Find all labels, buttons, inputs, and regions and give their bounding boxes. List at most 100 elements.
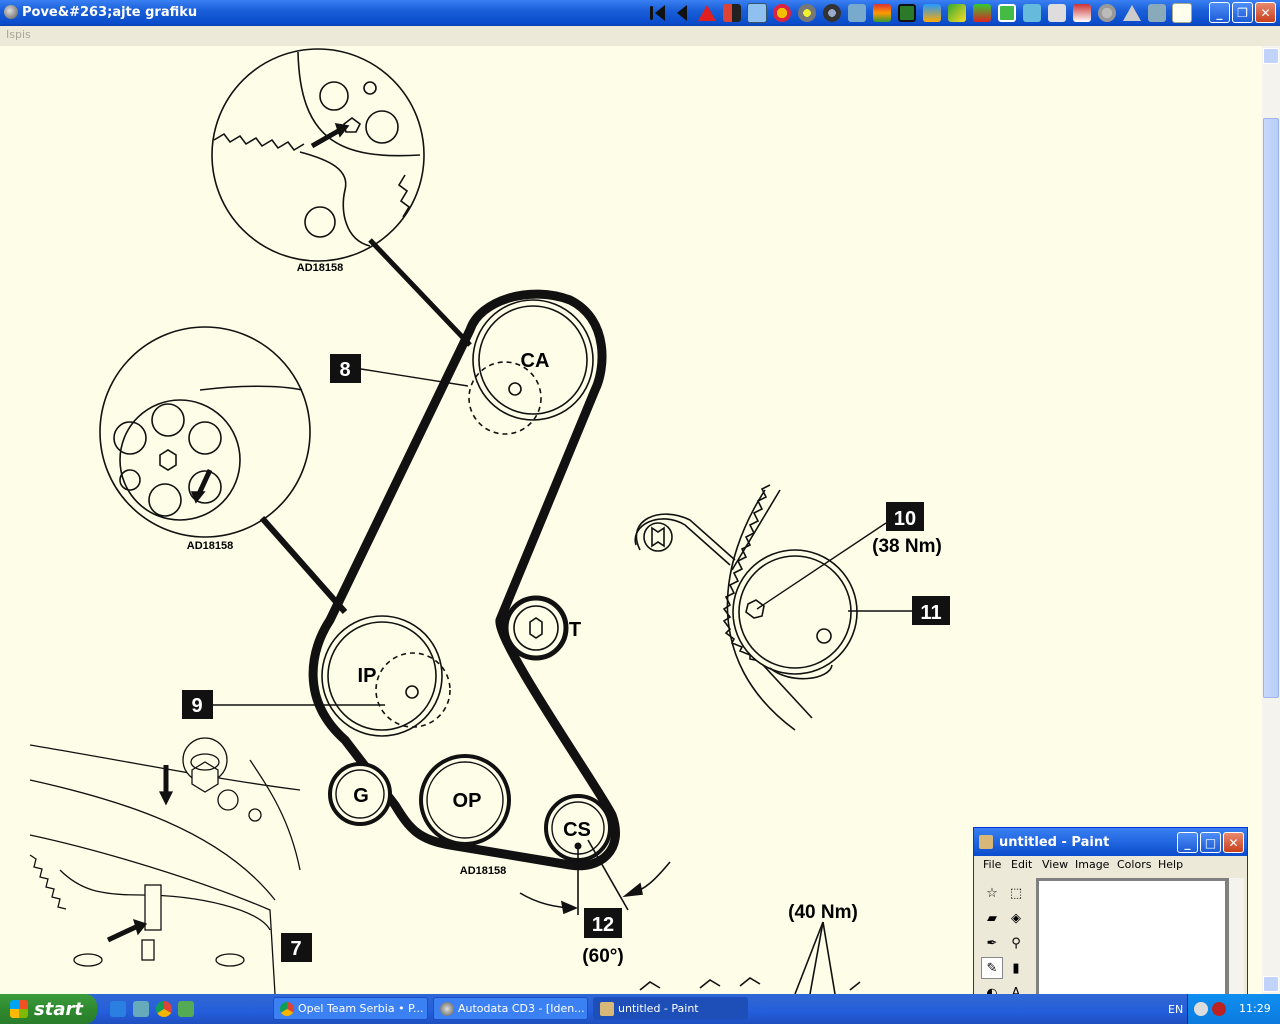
scroll-thumb[interactable]: [1263, 118, 1279, 698]
paint-maximize-button[interactable]: □: [1200, 832, 1221, 853]
engine-block-detail: [29, 737, 301, 994]
info-icon[interactable]: [1170, 1, 1194, 25]
angle-label: (60°): [582, 946, 623, 967]
leader-line: [259, 516, 348, 614]
tensioner-pulley: [503, 595, 569, 661]
paint-menu-image[interactable]: Image: [1075, 858, 1109, 871]
brush-icon[interactable]: ▮: [1005, 957, 1027, 979]
paint-titlebar: untitled - Paint _ □ ✕: [974, 828, 1247, 856]
pulley-label-cs: CS: [563, 819, 591, 841]
tool-icon[interactable]: [945, 1, 969, 25]
paint-menu-view[interactable]: View: [1042, 858, 1068, 871]
start-button[interactable]: start: [0, 994, 97, 1024]
service-icon[interactable]: [1145, 1, 1169, 25]
taskbar: start Opel Team Serbia • P... Autodata C…: [0, 994, 1280, 1024]
graphics-toolbar: [645, 1, 1194, 25]
paint-menu-edit[interactable]: Edit: [1011, 858, 1032, 871]
clock[interactable]: 11:29: [1239, 1002, 1271, 1015]
pulley-label-op: OP: [453, 790, 482, 812]
window-titlebar: Pove&#263;ajte grafiku _ ❐ ✕: [0, 0, 1280, 26]
callout-9: 9: [191, 695, 202, 717]
paint-canvas[interactable]: [1039, 881, 1225, 995]
free-select-icon[interactable]: ☆: [981, 882, 1003, 904]
menu-bar: Ispis: [0, 26, 1280, 47]
chrome-icon[interactable]: [156, 1001, 172, 1017]
callout-8: 8: [339, 359, 350, 381]
ie-icon[interactable]: [110, 1001, 126, 1017]
angle-marker: [519, 839, 671, 915]
torque-label-1: (38 Nm): [872, 536, 942, 557]
book-icon[interactable]: [720, 1, 744, 25]
desktop-icon[interactable]: [133, 1001, 149, 1017]
triangle-icon[interactable]: [1120, 1, 1144, 25]
car-icon[interactable]: [970, 1, 994, 25]
pulley-label-ca: CA: [521, 350, 550, 372]
network-icon[interactable]: [1194, 1002, 1208, 1016]
restore-button[interactable]: ❐: [1232, 2, 1253, 23]
vertical-scrollbar[interactable]: [1262, 46, 1280, 994]
close-button[interactable]: ✕: [1255, 2, 1276, 23]
parts-icon[interactable]: [920, 1, 944, 25]
warning-icon[interactable]: [695, 1, 719, 25]
tensioner-detail: [634, 484, 858, 731]
paint-menu-file[interactable]: File: [983, 858, 1001, 871]
picker-icon[interactable]: ✒: [981, 932, 1003, 954]
pump-detail-inset: [99, 326, 311, 538]
pencil-icon[interactable]: ✎: [981, 957, 1003, 979]
fill-icon[interactable]: ◈: [1005, 907, 1027, 929]
engine-icon[interactable]: [745, 1, 769, 25]
camshaft-detail-inset: [211, 48, 425, 262]
rect-select-icon[interactable]: ⬚: [1005, 882, 1027, 904]
utorrent-icon[interactable]: [178, 1001, 194, 1017]
callout-12: 12: [592, 914, 614, 936]
clock-icon[interactable]: [845, 1, 869, 25]
injection-pump-pulley: [321, 615, 451, 737]
system-tray: 11:29: [1187, 994, 1280, 1024]
paint-canvas-area: [1036, 878, 1229, 995]
magnifier-icon[interactable]: ⚲: [1005, 932, 1027, 954]
pulley-label-g: G: [353, 785, 369, 807]
scroll-down-icon[interactable]: [1263, 976, 1279, 992]
eraser-icon[interactable]: ▰: [981, 907, 1003, 929]
paint-icon: [979, 835, 993, 849]
autodata-icon: [440, 1002, 454, 1016]
paint-close-button[interactable]: ✕: [1223, 832, 1244, 853]
wrench-icon[interactable]: [795, 1, 819, 25]
window-title: Pove&#263;ajte grafiku: [22, 5, 198, 20]
ref-code-2: AD18158: [187, 540, 233, 552]
gear-icon[interactable]: [770, 1, 794, 25]
airbag-icon[interactable]: [1045, 1, 1069, 25]
paint-menu-colors[interactable]: Colors: [1117, 858, 1151, 871]
menu-print[interactable]: Ispis: [6, 28, 31, 41]
paint-scrollbar[interactable]: [1229, 878, 1244, 995]
pulley-label-t: T: [569, 619, 581, 641]
callout-10: 10: [894, 508, 916, 530]
task-autodata[interactable]: Autodata CD3 - [Iden...: [433, 997, 588, 1020]
paint-minimize-button[interactable]: _: [1177, 832, 1198, 853]
torque-arrows: [639, 921, 861, 994]
previous-icon[interactable]: [670, 1, 694, 25]
battery-icon[interactable]: [995, 1, 1019, 25]
task-paint[interactable]: untitled - Paint: [593, 997, 748, 1020]
task-opel-team[interactable]: Opel Team Serbia • P...: [273, 997, 428, 1020]
ref-code-3: AD18158: [460, 865, 506, 877]
minimize-button[interactable]: _: [1209, 2, 1230, 23]
paint-title: untitled - Paint: [999, 835, 1110, 850]
belt-icon[interactable]: [870, 1, 894, 25]
pulley-label-ip: IP: [358, 665, 377, 687]
box-icon[interactable]: [895, 1, 919, 25]
repair-icon[interactable]: [1070, 1, 1094, 25]
wheel-icon[interactable]: [820, 1, 844, 25]
app-icon: [4, 5, 18, 19]
paint-menu-help[interactable]: Help: [1158, 858, 1183, 871]
lamp-icon[interactable]: [1095, 1, 1119, 25]
security-icon[interactable]: [1212, 1002, 1226, 1016]
diagnostics-icon[interactable]: [1020, 1, 1044, 25]
callout-11: 11: [920, 602, 941, 624]
first-icon[interactable]: [645, 1, 669, 25]
language-indicator[interactable]: EN: [1168, 1003, 1183, 1016]
leader-line: [368, 238, 472, 347]
paint-icon: [600, 1002, 614, 1016]
scroll-up-icon[interactable]: [1263, 48, 1279, 64]
ref-code-1: AD18158: [297, 262, 343, 274]
